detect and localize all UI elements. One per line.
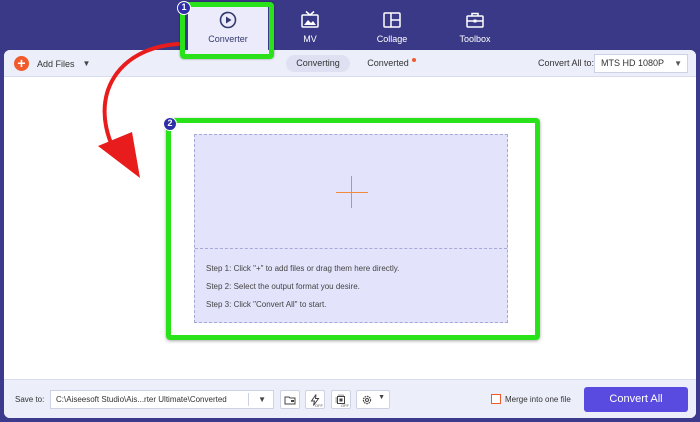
file-drop-zone[interactable]: Step 1: Click "+" to add files or drag t…	[194, 134, 508, 323]
chevron-down-icon: ▼	[674, 59, 682, 68]
add-files-label: Add Files	[37, 58, 75, 69]
chevron-down-icon: ▼	[378, 394, 385, 401]
open-folder-button[interactable]	[280, 390, 300, 409]
settings-button[interactable]: ▼	[356, 390, 390, 409]
tab-converting[interactable]: Converting	[286, 55, 350, 72]
step-badge-1: 1	[177, 1, 191, 15]
gear-icon	[362, 395, 372, 405]
hardware-acceleration-button[interactable]: OFF	[305, 390, 325, 409]
toolbox-icon	[466, 12, 484, 28]
tab-collage[interactable]: Collage	[352, 4, 432, 50]
checkbox-icon[interactable]	[491, 394, 501, 404]
save-path-value: C:\Aiseesoft Studio\Ais...rter Ultimate\…	[56, 395, 227, 404]
output-format-select[interactable]: MTS HD 1080P ▼	[594, 54, 688, 73]
add-plus-icon[interactable]	[336, 192, 368, 193]
convert-all-button[interactable]: Convert All	[584, 387, 688, 412]
save-path-field[interactable]: C:\Aiseesoft Studio\Ais...rter Ultimate\…	[50, 390, 274, 409]
top-nav: Converter MV Collage Toolbox	[0, 0, 700, 52]
converter-tab-highlight	[180, 2, 274, 59]
notification-dot-icon	[412, 58, 416, 62]
tab-collage-label: Collage	[376, 34, 408, 44]
chevron-down-icon[interactable]: ▼	[258, 391, 266, 408]
output-format-value: MTS HD 1080P	[601, 58, 665, 68]
main-panel: + Add Files ▼ Converting Converted Conve…	[4, 50, 696, 418]
merge-into-one-file-checkbox[interactable]: Merge into one file	[491, 394, 571, 404]
tab-mv-label: MV	[303, 34, 317, 44]
save-to-label: Save to:	[15, 395, 45, 404]
tab-toolbox[interactable]: Toolbox	[435, 4, 515, 50]
add-files-button[interactable]: + Add Files ▼	[14, 55, 90, 72]
plus-icon: +	[14, 56, 29, 71]
dropzone-divider	[195, 248, 507, 249]
step-1-text: Step 1: Click "+" to add files or drag t…	[206, 264, 400, 273]
tab-converted[interactable]: Converted	[360, 55, 416, 72]
gpu-off-text: OFF	[341, 403, 349, 408]
hw-accel-off-text: OFF	[315, 403, 323, 408]
tab-mv[interactable]: MV	[270, 4, 350, 50]
gpu-acceleration-button[interactable]: OFF	[331, 390, 351, 409]
toolbar: + Add Files ▼ Converting Converted Conve…	[4, 50, 696, 77]
tab-toolbox-label: Toolbox	[459, 34, 491, 44]
folder-icon	[284, 396, 296, 405]
mv-icon	[301, 10, 319, 28]
add-plus-icon-vertical[interactable]	[351, 176, 352, 208]
collage-icon	[383, 12, 401, 28]
convert-all-to-label: Convert All to:	[538, 58, 595, 68]
bottom-bar: Save to: C:\Aiseesoft Studio\Ais...rter …	[4, 379, 696, 418]
divider	[248, 393, 249, 406]
tab-converted-label: Converted	[367, 58, 409, 68]
step-3-text: Step 3: Click "Convert All" to start.	[206, 300, 327, 309]
step-2-text: Step 2: Select the output format you des…	[206, 282, 360, 291]
merge-label: Merge into one file	[505, 394, 571, 404]
step-badge-2: 2	[163, 117, 177, 131]
chevron-down-icon[interactable]: ▼	[83, 59, 91, 68]
